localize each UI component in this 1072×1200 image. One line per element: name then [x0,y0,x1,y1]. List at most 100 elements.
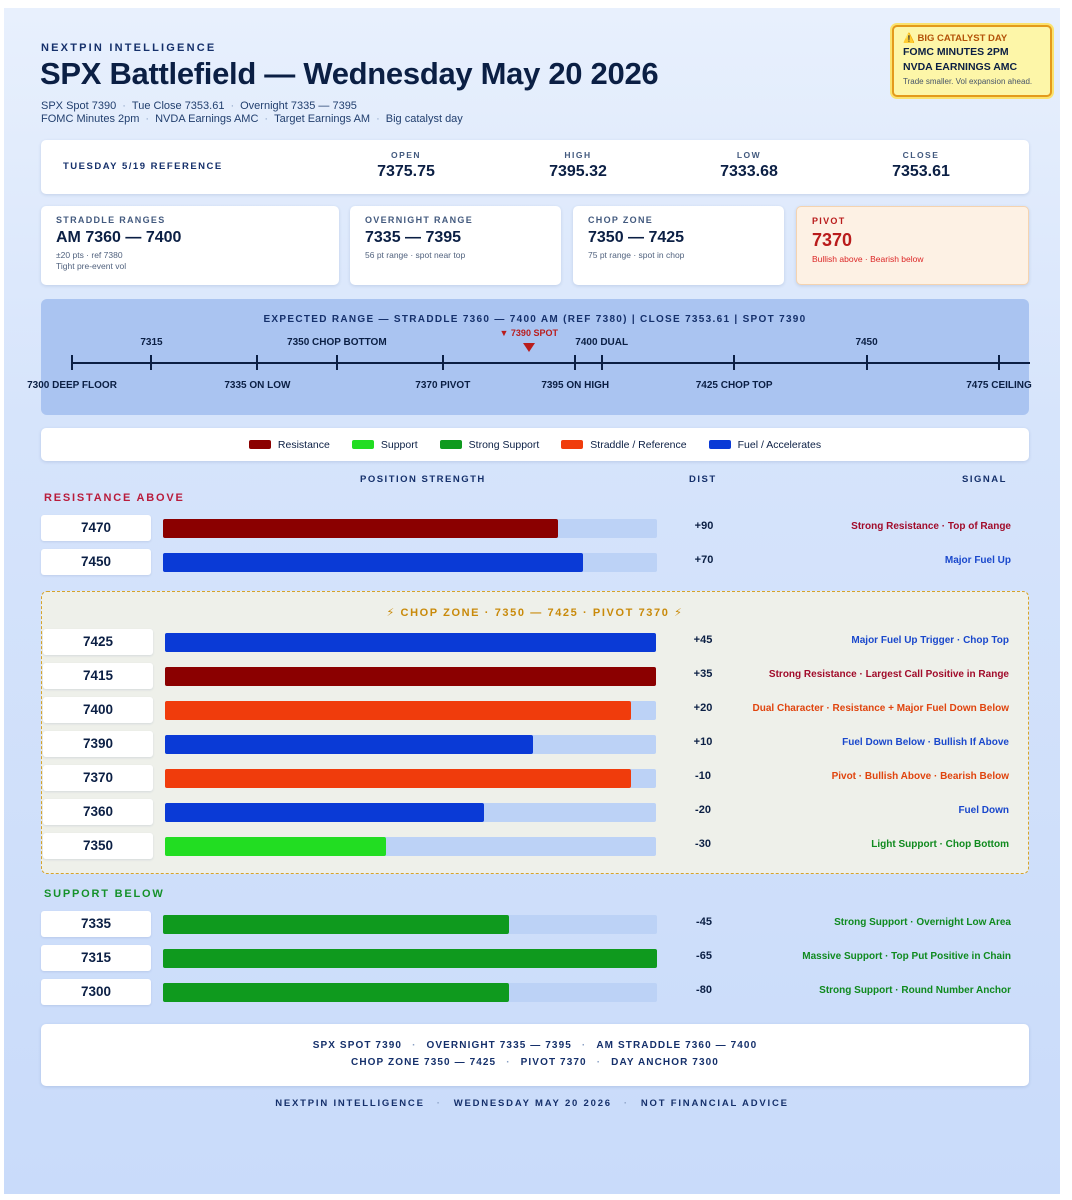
level-row: 7335 -45 Strong Support · Overnight Low Ar… [41,911,1011,937]
section-resistance-above: RESISTANCE ABOVE [44,492,185,504]
level-value: 7400 [43,697,153,723]
strength-bar-fill [163,519,559,538]
range-tick [865,355,868,370]
column-header-strength: POSITION STRENGTH [360,474,486,485]
ohlc-open: OPEN 7375.75 [377,150,435,180]
subtitle-item: Big catalyst day [385,113,463,125]
subtitle-item: Overnight 7335 — 7395 [240,100,357,112]
column-header-dist: DIST [689,474,717,485]
catalyst-line-1: FOMC MINUTES 2PM [903,46,1009,58]
legend-swatch [439,440,462,449]
range-tick-label: 7370 PIVOT [415,380,471,391]
range-tick-label: 7335 ON LOW [224,380,291,391]
strength-bar-fill [163,553,583,572]
level-value: 7450 [41,549,151,575]
level-distance: +10 [693,736,713,748]
legend-item: Straddle / Reference [561,438,687,451]
level-value: 7370 [43,765,153,791]
subtitle-item: Tue Close 7353.61 [131,100,225,112]
summary-card: SPX SPOT 7390 · OVERNIGHT 7335 — 7395 · AM S… [41,1024,1029,1086]
level-row: 7315 -65 Massive Support · Top Put Positiv… [41,945,1011,971]
range-tick [150,355,153,370]
legend-item: Fuel / Accelerates [708,439,821,451]
strength-bar-fill [165,633,656,652]
range-tick [335,355,338,370]
level-signal: Major Fuel Up [944,555,1011,566]
level-distance: -80 [696,984,712,996]
level-distance: -45 [696,916,712,928]
strength-bar-track [165,667,656,686]
range-tick [71,355,73,370]
subtitle-item: FOMC Minutes 2pm [41,113,140,125]
strength-bar-track [165,735,656,754]
level-distance: -10 [695,770,711,782]
level-value: 7315 [41,945,151,971]
level-signal: Fuel Down Below · Bullish If Above [842,737,1009,748]
expected-range-panel: EXPECTED RANGE — STRADDLE 7360 — 7400 AM… [27,299,1032,415]
legend-swatch [708,440,731,449]
level-row: 7370 -10 Pivot · Bullish Above · Bearish B… [43,765,1009,791]
level-signal: Pivot · Bullish Above · Bearish Below [831,771,1009,782]
footer: NEXTPIN INTELLIGENCE · WEDNESDAY MAY 20 20… [275,1098,789,1109]
strength-bar-track [165,633,656,652]
strength-bar-fill [165,803,485,822]
strength-bar-track [163,519,657,538]
level-value: 7470 [41,515,151,541]
level-signal: Strong Support · Overnight Low Area [834,917,1011,928]
strength-bar-fill [163,949,657,968]
range-tick-label: 7395 ON HIGH [541,380,610,391]
strength-bar-track [163,915,657,934]
summary-line-2: CHOP ZONE 7350 — 7425 · PIVOT 7370 · DAY ANC… [351,1057,719,1068]
strength-bar-track [163,949,657,968]
strength-bar-fill [165,667,656,686]
catalyst-callout: ⚠️ BIG CATALYST DAY FOMC MINUTES 2PM NVD… [892,25,1052,97]
strength-bar-track [165,769,656,788]
level-value: 7425 [43,629,153,655]
level-distance: +90 [694,520,714,532]
legend: Resistance Support Strong Support Straddle … [41,428,1029,461]
range-tick-label: 7475 CEILING [966,380,1032,391]
subtitle-item: NVDA Earnings AMC [155,113,259,125]
level-value: 7335 [41,911,151,937]
ohlc-high: HIGH 7395.32 [549,150,607,180]
catalyst-heading: ⚠️ BIG CATALYST DAY [903,33,1008,44]
range-axis-line [72,362,1030,364]
level-row: 7390 +10 Fuel Down Below · Bullish If Abov… [43,731,1009,757]
strength-bar-track [165,803,656,822]
subtitle-line-2: FOMC Minutes 2pm · NVDA Earnings AMC · Targe… [41,113,463,125]
level-distance: -20 [695,804,711,816]
level-signal: Light Support · Chop Bottom [871,839,1009,850]
catalyst-note: Trade smaller. Vol expansion ahead. [903,77,1033,86]
range-tick-label: 7400 DUAL [575,337,629,348]
strength-bar-track [165,837,656,856]
pivot-card: PIVOT 7370 Bullish above · Bearish below [796,206,1029,285]
range-tick-label: 7425 CHOP TOP [695,380,773,391]
range-tick [998,355,1000,370]
range-tick [441,355,444,370]
level-value: 7415 [43,663,153,689]
brand-label: NEXTPIN INTELLIGENCE [41,42,217,54]
level-row: 7415 +35 Strong Resistance · Largest Call … [43,663,1009,689]
reference-label: TUESDAY 5/19 REFERENCE [63,161,223,172]
expected-range-title: EXPECTED RANGE — STRADDLE 7360 — 7400 AM… [263,314,807,325]
subtitle-item: SPX Spot 7390 [41,100,117,112]
strength-bar-fill [163,983,509,1002]
strength-bar-fill [165,735,534,754]
level-value: 7300 [41,979,151,1005]
strength-bar-track [163,983,657,1002]
level-value: 7350 [43,833,153,859]
level-signal: Strong Resistance · Top of Range [851,521,1011,532]
range-tick-label: 7350 CHOP BOTTOM [287,337,387,348]
level-distance: -30 [695,838,711,850]
legend-label: Straddle / Reference [590,438,687,451]
level-distance: +35 [693,668,713,680]
subtitle-line-1: SPX Spot 7390 · Tue Close 7353.61 · Overnigh… [41,100,357,112]
level-distance: -65 [696,950,712,962]
section-support-below: SUPPORT BELOW [44,888,165,900]
strength-bar-fill [165,701,632,720]
catalyst-line-2: NVDA EARNINGS AMC [903,61,1018,73]
level-signal: Strong Resistance · Largest Call Positiv… [768,669,1009,680]
subtitle-item: Target Earnings AM [274,113,371,125]
level-signal: Strong Support · Round Number Anchor [819,985,1011,996]
chop-zone-title: ⚡ CHOP ZONE · 7350 — 7425 · PIVOT 7370 ⚡ [386,607,684,619]
